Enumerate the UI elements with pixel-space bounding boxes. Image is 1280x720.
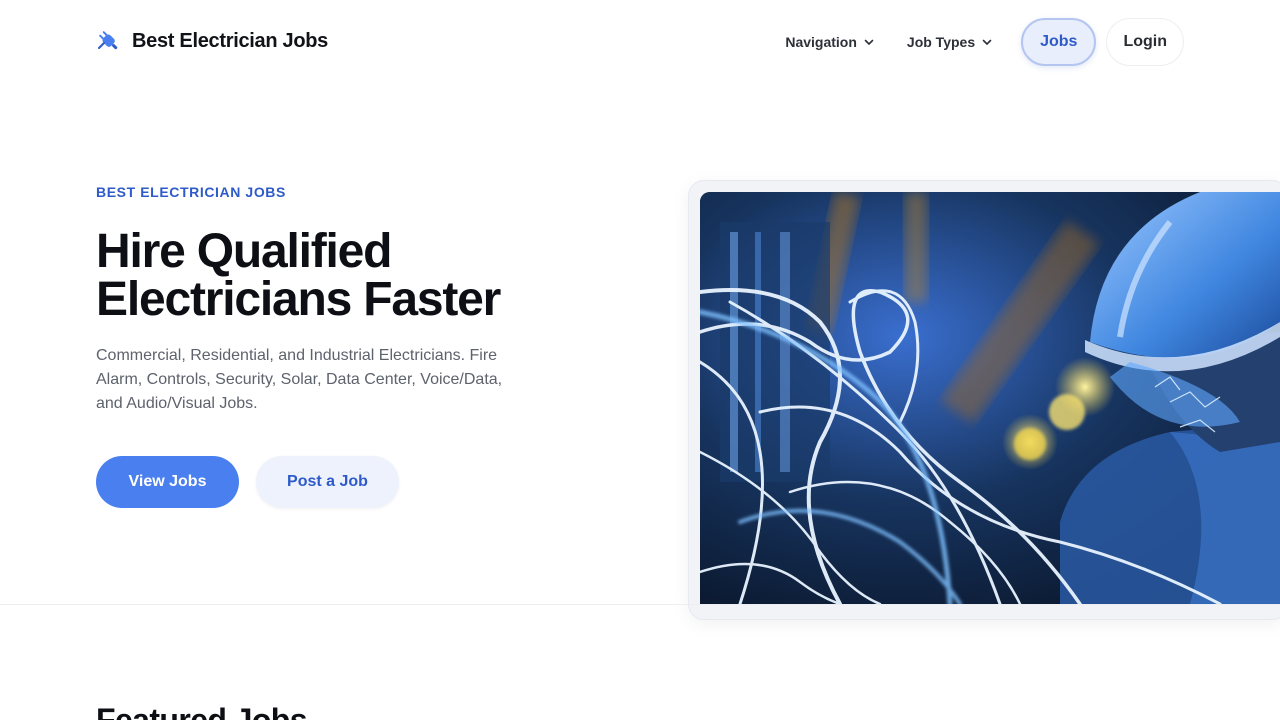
brand-name: Best Electrician Jobs <box>132 29 329 52</box>
post-a-job-button[interactable]: Post a Job <box>256 456 399 508</box>
job-types-dropdown-label: Job Types <box>906 34 976 50</box>
brand-link[interactable]: Best Electrician Jobs <box>96 28 328 54</box>
chevron-down-icon <box>864 39 874 45</box>
navigation-dropdown[interactable]: Navigation <box>769 18 891 66</box>
section-divider <box>0 604 1280 605</box>
featured-jobs-heading: Featured Jobs <box>96 702 308 720</box>
site-header: Best Electrician Jobs Navigation Job Typ… <box>0 0 1280 84</box>
main-nav: Navigation Job Types Jobs Login <box>769 18 1184 66</box>
electric-plug-icon <box>98 31 118 50</box>
login-button[interactable]: Login <box>1106 18 1184 66</box>
hero-image-electrician <box>700 192 1280 604</box>
hero-title: Hire Qualified Electricians Faster <box>96 228 616 324</box>
electrician-illustration <box>700 192 1280 604</box>
job-types-dropdown[interactable]: Job Types <box>891 18 1009 66</box>
chevron-down-icon <box>982 39 992 45</box>
hero-title-line-1: Hire Qualified <box>96 225 392 278</box>
navigation-dropdown-label: Navigation <box>785 34 857 50</box>
hero-eyebrow: BEST ELECTRICIAN JOBS <box>96 184 286 200</box>
jobs-nav-button[interactable]: Jobs <box>1021 18 1097 66</box>
hero-description: Commercial, Residential, and Industrial … <box>96 347 503 412</box>
hero-title-line-2: Electricians Faster <box>96 273 501 326</box>
view-jobs-button[interactable]: View Jobs <box>96 456 239 508</box>
